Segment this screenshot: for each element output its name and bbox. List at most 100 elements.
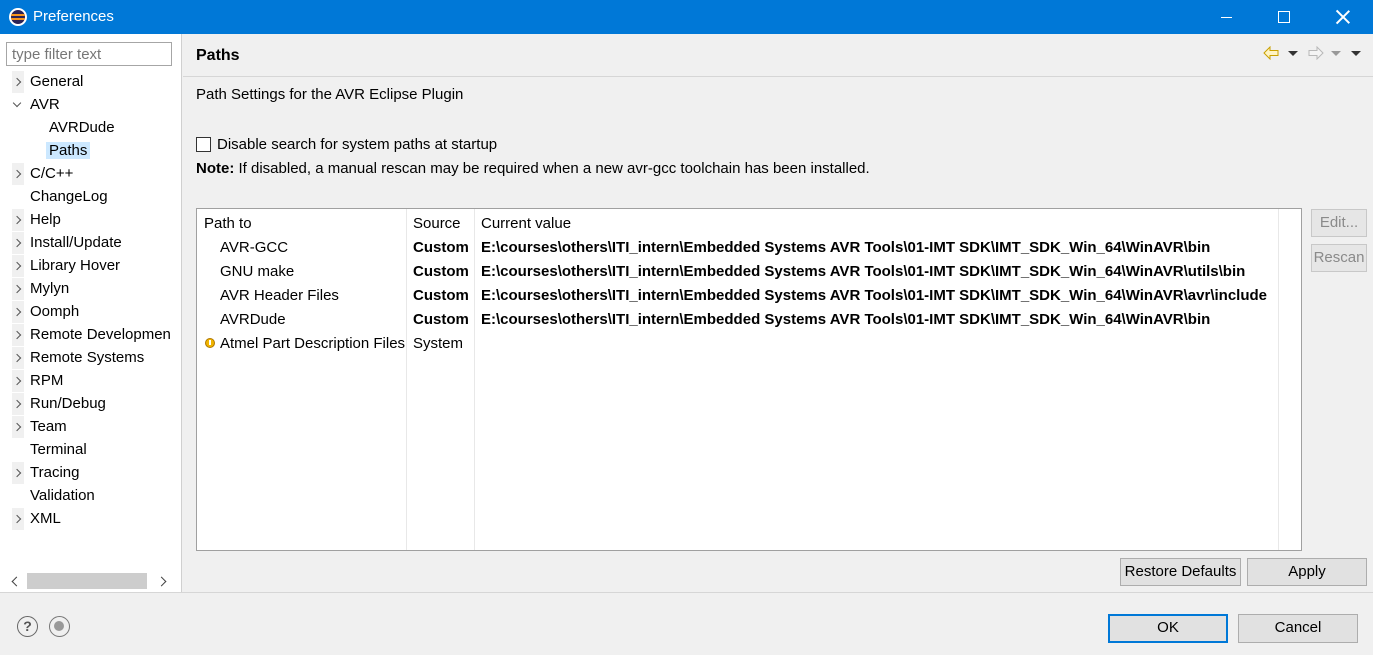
oomph-preferences-icon[interactable] xyxy=(49,616,70,637)
apply-button[interactable]: Apply xyxy=(1247,558,1367,586)
tree-item-paths[interactable]: Paths xyxy=(46,140,91,162)
chevron-right-icon[interactable] xyxy=(12,255,24,277)
tree-item-label: Validation xyxy=(30,487,95,504)
source-cell: Custom xyxy=(413,263,469,280)
tree-item-label: General xyxy=(30,73,84,90)
tree-item-validation[interactable]: Validation xyxy=(30,485,95,507)
tree-item-label: Mylyn xyxy=(30,280,70,297)
tree-item-oomph[interactable]: Oomph xyxy=(12,301,80,323)
tree-item-xml[interactable]: XML xyxy=(12,508,61,530)
table-row[interactable]: AVR Header Files Custom E:\courses\other… xyxy=(197,284,1277,308)
tree-item-terminal[interactable]: Terminal xyxy=(30,439,87,461)
path-cell: AVR Header Files xyxy=(220,287,339,304)
table-row[interactable]: AVRDude Custom E:\courses\others\ITI_int… xyxy=(197,308,1277,332)
chevron-right-icon[interactable] xyxy=(12,393,24,415)
chevron-right-icon[interactable] xyxy=(12,324,24,346)
note-text: Note: If disabled, a manual rescan may b… xyxy=(196,160,870,177)
tree-item-rpm[interactable]: RPM xyxy=(12,370,64,392)
paths-table[interactable]: Path to Source Current value AVR-GCC Cus… xyxy=(196,208,1302,551)
chevron-right-icon[interactable] xyxy=(12,301,24,323)
tree-item-label: Tracing xyxy=(30,464,80,481)
tree-item-label: AVR xyxy=(30,96,60,113)
tree-item-avr[interactable]: AVR xyxy=(30,94,60,116)
minimize-button[interactable] xyxy=(1197,0,1255,34)
table-row[interactable]: GNU make Custom E:\courses\others\ITI_in… xyxy=(197,260,1277,284)
tree-item-tracing[interactable]: Tracing xyxy=(12,462,80,484)
tree-item-library-hover[interactable]: Library Hover xyxy=(12,255,121,277)
restore-defaults-button[interactable]: Restore Defaults xyxy=(1120,558,1241,586)
view-menu-chevron-icon[interactable] xyxy=(1351,51,1361,56)
rescan-button[interactable]: Rescan xyxy=(1311,244,1367,272)
back-menu-chevron-icon[interactable] xyxy=(1288,51,1298,56)
tree-item-label: Remote Developmen xyxy=(30,326,171,343)
forward-arrow-icon[interactable] xyxy=(1308,46,1324,60)
page-title: Paths xyxy=(196,47,240,64)
tree-item-label: Library Hover xyxy=(30,257,121,274)
table-row[interactable]: Atmel Part Description Files System xyxy=(197,332,1277,356)
horizontal-scrollbar[interactable] xyxy=(6,572,172,590)
tree-item-changelog[interactable]: ChangeLog xyxy=(30,186,108,208)
edit-button[interactable]: Edit... xyxy=(1311,209,1367,237)
column-header-source[interactable]: Source xyxy=(413,215,461,232)
ok-button[interactable]: OK xyxy=(1108,614,1228,643)
tree-item-remote-development[interactable]: Remote Developmen xyxy=(12,324,171,346)
source-cell: System xyxy=(413,335,464,352)
preference-page: Paths Path Settings for the AVR Eclipse … xyxy=(183,34,1373,592)
chevron-right-icon[interactable] xyxy=(12,347,24,369)
path-cell: Atmel Part Description Files xyxy=(220,335,406,352)
column-divider xyxy=(1278,209,1279,550)
tree-item-general[interactable]: General xyxy=(12,71,84,93)
back-arrow-icon[interactable] xyxy=(1263,46,1279,60)
tree-item-cpp[interactable]: C/C++ xyxy=(12,163,73,185)
tree-item-remote-systems[interactable]: Remote Systems xyxy=(12,347,144,369)
tree-item-mylyn[interactable]: Mylyn xyxy=(12,278,70,300)
close-icon xyxy=(1336,10,1350,24)
close-button[interactable] xyxy=(1314,0,1372,34)
tree-item-label: Oomph xyxy=(30,303,80,320)
chevron-right-icon[interactable] xyxy=(12,232,24,254)
column-header-current-value[interactable]: Current value xyxy=(481,215,571,232)
tree-item-avrdude[interactable]: AVRDude xyxy=(49,117,115,139)
chevron-down-icon[interactable] xyxy=(12,94,24,116)
source-cell: Custom xyxy=(413,287,469,304)
tree-item-label: Install/Update xyxy=(30,234,122,251)
cancel-button[interactable]: Cancel xyxy=(1238,614,1358,643)
tree-item-label: Help xyxy=(30,211,61,228)
tree-item-help[interactable]: Help xyxy=(12,209,61,231)
tree-item-team[interactable]: Team xyxy=(12,416,67,438)
filter-input[interactable] xyxy=(6,42,172,66)
dialog-footer: ? OK Cancel xyxy=(0,592,1373,655)
title-separator xyxy=(183,76,1373,77)
table-row[interactable]: AVR-GCC Custom E:\courses\others\ITI_int… xyxy=(197,236,1277,260)
note-label: Note: xyxy=(196,160,235,177)
chevron-right-icon[interactable] xyxy=(12,209,24,231)
tree-item-run-debug[interactable]: Run/Debug xyxy=(12,393,106,415)
scrollbar-thumb[interactable] xyxy=(27,573,147,589)
chevron-right-icon[interactable] xyxy=(12,163,24,185)
disable-search-checkbox[interactable] xyxy=(196,136,211,152)
warning-icon xyxy=(205,338,215,348)
disable-system-path-search-option[interactable]: Disable search for system paths at start… xyxy=(196,134,497,154)
page-navigation xyxy=(1263,44,1363,64)
path-cell: AVR-GCC xyxy=(220,239,289,256)
page-description: Path Settings for the AVR Eclipse Plugin xyxy=(196,86,464,103)
maximize-button[interactable] xyxy=(1255,0,1313,34)
tree-item-install-update[interactable]: Install/Update xyxy=(12,232,122,254)
checkbox-label: Disable search for system paths at start… xyxy=(217,135,498,153)
chevron-right-icon[interactable] xyxy=(12,370,24,392)
chevron-right-icon[interactable] xyxy=(12,278,24,300)
path-cell: AVRDude xyxy=(220,311,286,328)
chevron-right-icon[interactable] xyxy=(12,71,24,93)
chevron-right-icon[interactable] xyxy=(12,416,24,438)
forward-menu-chevron-icon[interactable] xyxy=(1331,51,1341,56)
chevron-right-icon[interactable] xyxy=(12,462,24,484)
value-cell: E:\courses\others\ITI_intern\Embedded Sy… xyxy=(481,263,1246,280)
minimize-icon xyxy=(1220,16,1232,18)
scroll-left-icon[interactable] xyxy=(6,572,24,590)
tree-item-label: RPM xyxy=(30,372,64,389)
column-header-path[interactable]: Path to xyxy=(204,215,252,232)
chevron-right-icon[interactable] xyxy=(12,508,24,530)
tree-item-label: XML xyxy=(30,510,61,527)
help-icon[interactable]: ? xyxy=(17,616,38,637)
scroll-right-icon[interactable] xyxy=(154,572,172,590)
